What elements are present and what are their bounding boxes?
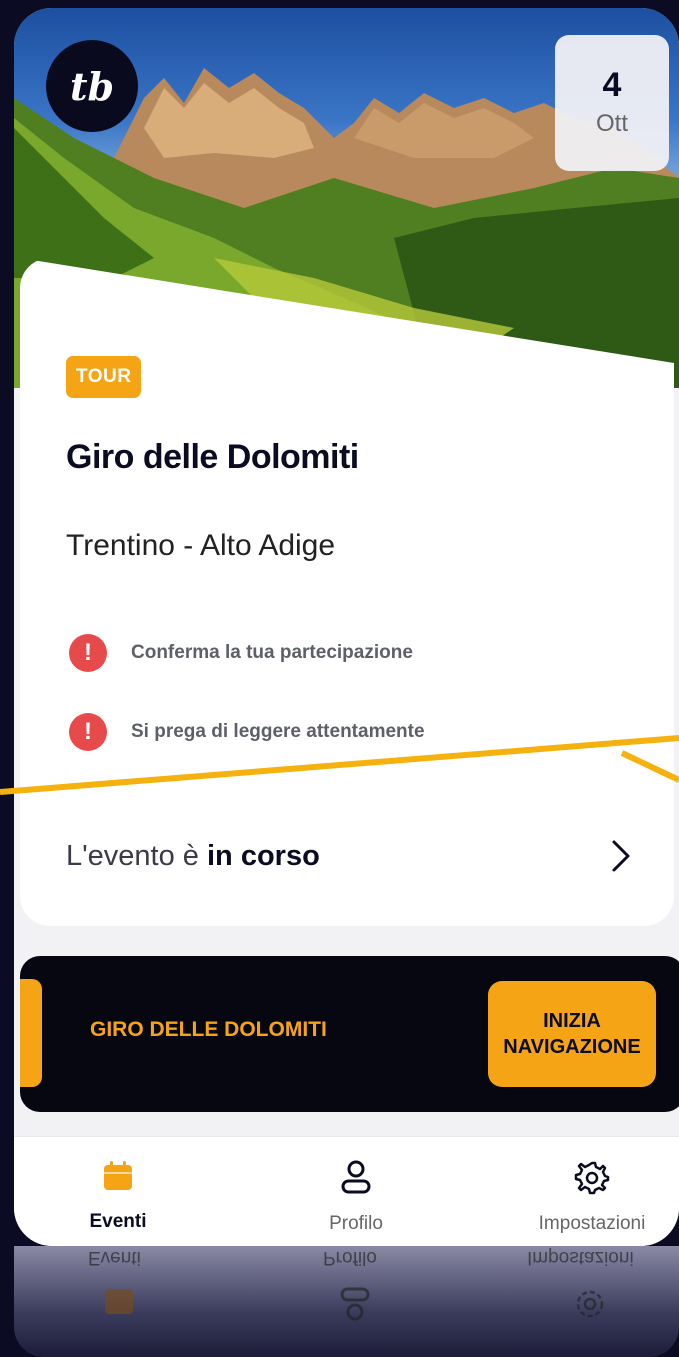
status-value: in corso — [206, 839, 320, 872]
calendar-icon — [105, 1289, 133, 1314]
date-badge: 4 Ott — [555, 35, 669, 171]
event-status-row[interactable]: L'evento è in corso — [66, 828, 636, 884]
reflection: Eventi Profilo Impostazioni — [14, 1246, 679, 1357]
alert-text: Conferma la tua partecipazione — [131, 642, 413, 663]
gear-icon — [574, 1161, 610, 1195]
tab-label: Impostazioni — [538, 1213, 646, 1234]
event-status: L'evento è in corso — [66, 840, 320, 873]
start-navigation-button[interactable]: INIZIA NAVIGAZIONE — [488, 981, 656, 1087]
banner-accent — [20, 979, 42, 1087]
tab-profilo[interactable]: Profilo — [256, 1137, 456, 1246]
app-logo[interactable]: tb — [46, 40, 138, 132]
tab-label: Profilo — [329, 1213, 383, 1234]
date-month: Ott — [595, 110, 628, 137]
user-icon — [340, 1287, 370, 1321]
tab-impostazioni[interactable]: Impostazioni — [492, 1137, 679, 1246]
phone-screen: tb 4 Ott TOUR Giro delle Dolomiti Trenti… — [14, 8, 679, 1246]
bottom-tab-bar: Eventi Profilo Impostazioni — [14, 1136, 679, 1246]
user-icon — [341, 1160, 371, 1194]
button-line-1: INIZIA — [543, 1010, 601, 1032]
status-prefix: L'evento è — [66, 839, 199, 872]
event-type-tag: TOUR — [66, 356, 142, 398]
alert-icon: ! — [69, 634, 107, 672]
banner-title: GIRO DELLE DOLOMITI — [90, 1018, 327, 1041]
event-title: Giro delle Dolomiti — [66, 438, 359, 476]
reflection-label: Eventi — [88, 1247, 141, 1268]
tab-label: Eventi — [89, 1211, 147, 1232]
calendar-icon — [104, 1161, 132, 1190]
button-line-2: NAVIGAZIONE — [503, 1036, 641, 1058]
date-day: 4 — [602, 66, 622, 104]
alert-item[interactable]: ! Si prega di leggere attentamente — [69, 713, 425, 751]
alert-icon: ! — [69, 713, 107, 751]
event-location: Trentino - Alto Adige — [66, 529, 336, 562]
reflection-label: Impostazioni — [527, 1247, 634, 1268]
alert-item[interactable]: ! Conferma la tua partecipazione — [69, 634, 413, 672]
gear-icon — [576, 1290, 604, 1318]
logo-text: tb — [69, 63, 115, 109]
tab-eventi[interactable]: Eventi — [18, 1137, 218, 1246]
chevron-right-icon — [612, 840, 630, 872]
navigation-banner: GIRO DELLE DOLOMITI INIZIA NAVIGAZIONE — [20, 956, 679, 1112]
alert-text: Si prega di leggere attentamente — [131, 721, 425, 742]
reflection-label: Profilo — [323, 1247, 377, 1268]
